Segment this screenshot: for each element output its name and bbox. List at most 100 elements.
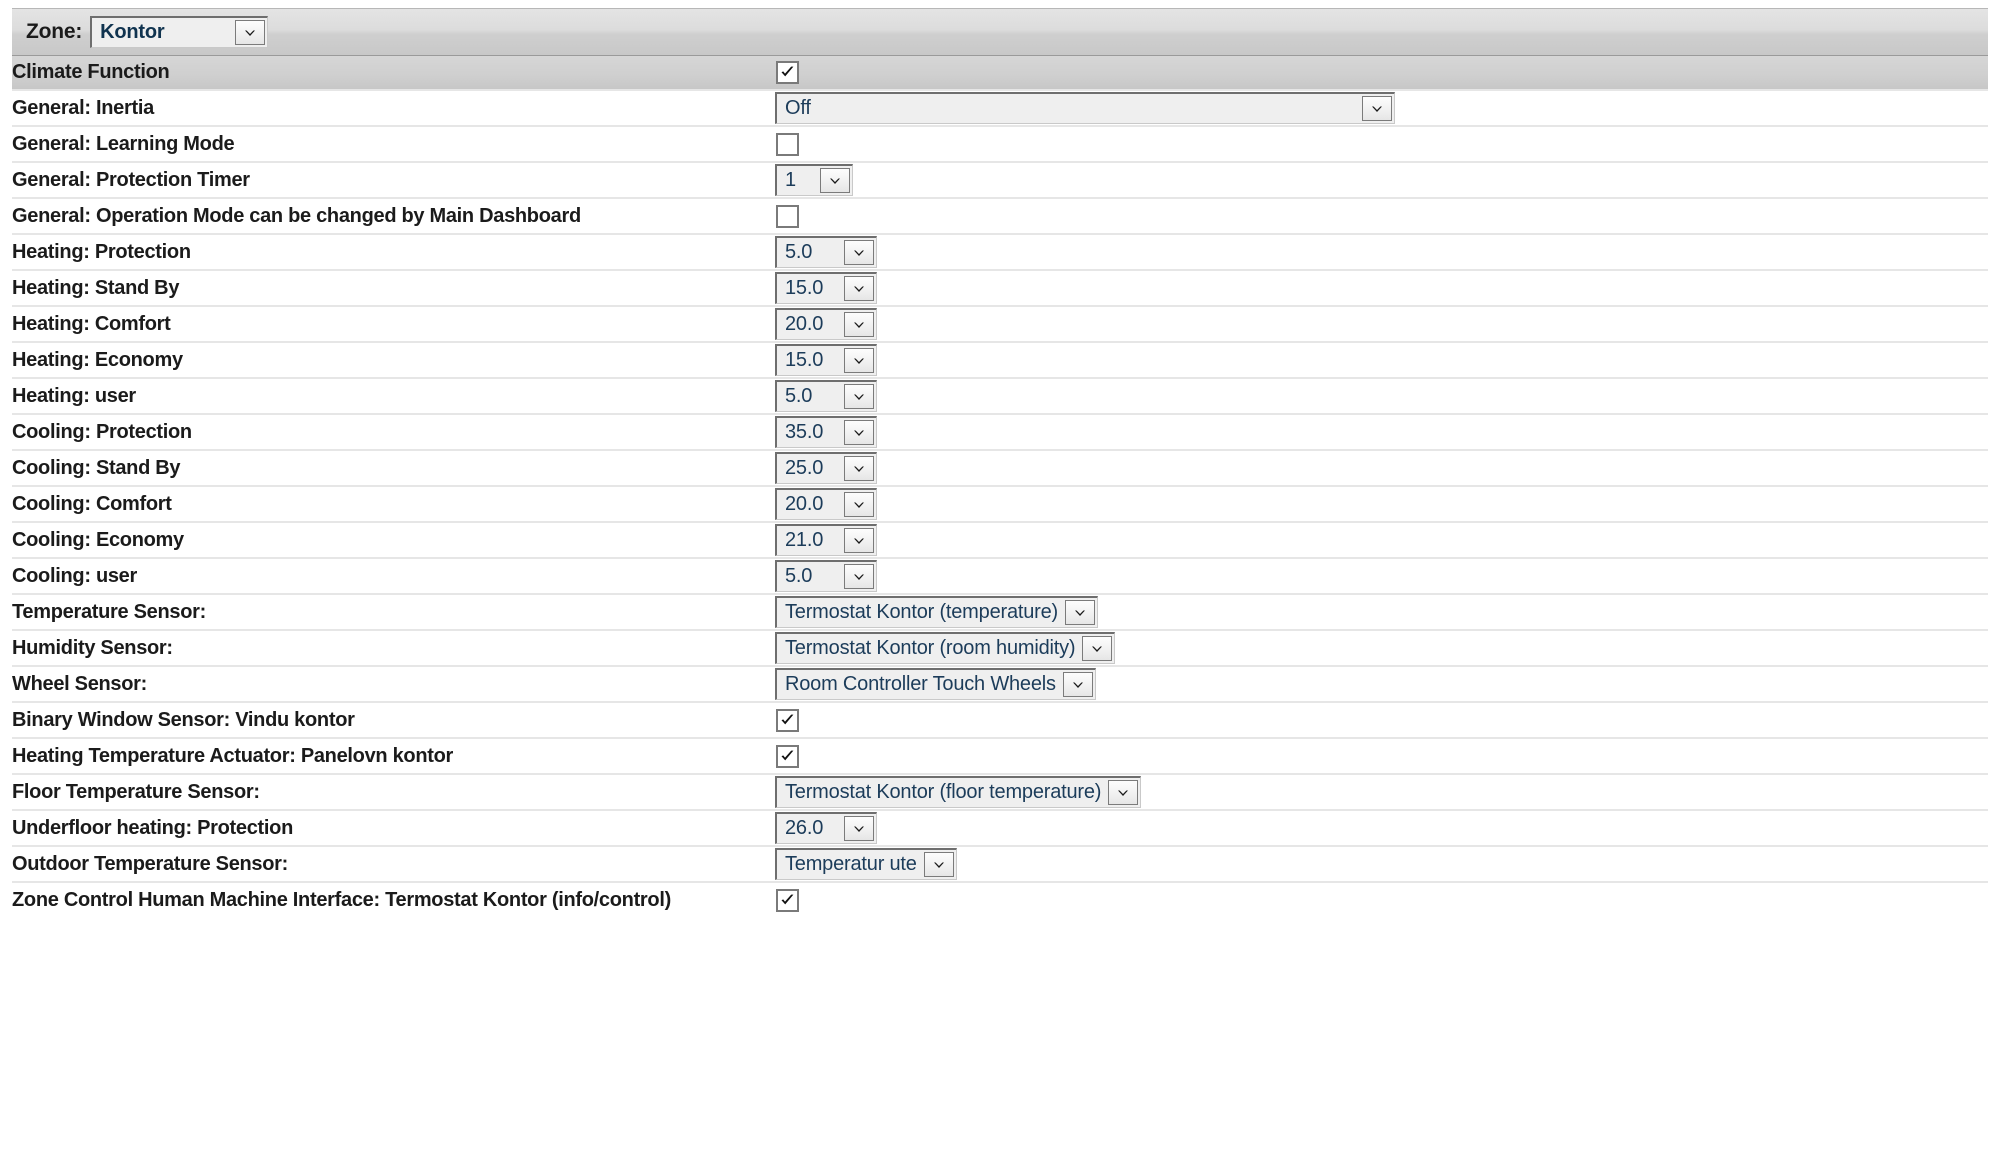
row-control: 5.0 [767,378,1988,414]
cooling-protection-value: 35.0 [785,421,824,443]
chevron-down-icon [844,456,874,481]
zone-control-hmi-checkbox[interactable] [776,889,799,912]
row-control: 35.0 [767,414,1988,450]
heating-protection-value: 5.0 [785,241,813,263]
table-row: Cooling: Comfort 20.0 [12,486,1988,522]
wheel-sensor-value: Room Controller Touch Wheels [785,673,1056,695]
table-row: Cooling: user 5.0 [12,558,1988,594]
protection-timer-select[interactable]: 1 [775,164,853,196]
heating-user-value: 5.0 [785,385,813,407]
table-row: Underfloor heating: Protection 26.0 [12,810,1988,846]
row-control [767,198,1988,234]
table-row: Humidity Sensor: Termostat Kontor (room … [12,630,1988,666]
operation-mode-dashboard-checkbox[interactable] [776,204,799,228]
row-label: Zone Control Human Machine Interface: Te… [12,889,671,911]
learning-mode-checkbox[interactable] [776,132,799,156]
underfloor-heating-protection-select[interactable]: 26.0 [775,812,877,844]
table-row: Heating: user 5.0 [12,378,1988,414]
chevron-down-icon [1362,96,1392,121]
row-label: Cooling: Economy [12,528,184,551]
control-wrap: 20.0 [767,308,1988,340]
table-row: Cooling: Stand By 25.0 [12,450,1988,486]
control-wrap: 26.0 [767,812,1988,844]
chevron-down-icon [1082,636,1113,661]
row-control: 5.0 [767,234,1988,270]
heating-comfort-select[interactable]: 20.0 [775,308,877,340]
control-wrap: Termostat Kontor (room humidity) [767,632,1988,664]
zone-select-value: Kontor [100,21,165,43]
cooling-protection-select[interactable]: 35.0 [775,416,877,448]
chevron-down-icon [844,312,874,337]
heating-economy-select[interactable]: 15.0 [775,344,877,376]
chevron-down-icon [235,20,266,45]
table-row: Heating Temperature Actuator: Panelovn k… [12,738,1988,774]
table-body: Climate Function General: Inertia Off Ge… [12,56,1988,918]
row-label: Heating Temperature Actuator: Panelovn k… [12,744,454,767]
row-label: Floor Temperature Sensor: [12,780,260,803]
control-wrap: 21.0 [767,524,1988,556]
cooling-standby-select[interactable]: 25.0 [775,452,877,484]
inertia-select[interactable]: Off [775,92,1395,124]
control-wrap: 5.0 [767,236,1988,268]
control-wrap: 35.0 [767,416,1988,448]
table-row: Heating: Protection 5.0 [12,234,1988,270]
chevron-down-icon [1062,672,1093,697]
row-label: Heating: Comfort [12,312,171,335]
control-wrap: 1 [767,164,1988,196]
row-control: Temperatur ute [767,846,1988,882]
chevron-down-icon [844,240,874,265]
heating-economy-value: 15.0 [785,349,824,371]
chevron-down-icon [844,528,874,553]
row-label: Heating: Protection [12,240,191,263]
chevron-down-icon [1108,780,1139,805]
control-wrap: Termostat Kontor (temperature) [767,596,1988,628]
row-label: Heating: Economy [12,348,183,371]
control-wrap: 20.0 [767,488,1988,520]
floor-temperature-sensor-select[interactable]: Termostat Kontor (floor temperature) [775,776,1142,808]
table-row: Floor Temperature Sensor: Termostat Kont… [12,774,1988,810]
wheel-sensor-select[interactable]: Room Controller Touch Wheels [775,668,1096,700]
inertia-select-value: Off [785,97,811,119]
outdoor-temperature-sensor-select[interactable]: Temperatur ute [775,848,957,880]
cooling-comfort-select[interactable]: 20.0 [775,488,877,520]
row-control: Termostat Kontor (floor temperature) [767,774,1988,810]
humidity-sensor-value: Termostat Kontor (room humidity) [785,637,1076,659]
temperature-sensor-select[interactable]: Termostat Kontor (temperature) [775,596,1098,628]
cooling-user-value: 5.0 [785,565,813,587]
row-control: 5.0 [767,558,1988,594]
zone-select[interactable]: Kontor [90,16,269,48]
climate-settings-table: Climate Function General: Inertia Off Ge… [12,56,1988,918]
cooling-standby-value: 25.0 [785,457,824,479]
control-wrap: Off [767,92,1988,124]
row-label: General: Learning Mode [12,132,235,155]
outdoor-temperature-sensor-value: Temperatur ute [785,853,917,875]
cooling-economy-select[interactable]: 21.0 [775,524,877,556]
heating-user-select[interactable]: 5.0 [775,380,877,412]
row-control: 15.0 [767,270,1988,306]
heating-temperature-actuator-checkbox[interactable] [776,744,799,768]
table-row: Cooling: Protection 35.0 [12,414,1988,450]
climate-config-page: Zone: Kontor Climate Function General: I… [0,0,2000,1164]
control-wrap: 15.0 [767,344,1988,376]
cooling-economy-value: 21.0 [785,529,824,551]
table-row: Heating: Stand By 15.0 [12,270,1988,306]
table-row: Binary Window Sensor: Vindu kontor [12,702,1988,738]
cooling-comfort-value: 20.0 [785,493,824,515]
binary-window-sensor-checkbox[interactable] [776,708,799,732]
row-label: Underfloor heating: Protection [12,816,294,839]
row-label: Temperature Sensor: [12,600,206,623]
table-row: Heating: Comfort 20.0 [12,306,1988,342]
heating-comfort-value: 20.0 [785,313,824,335]
heating-protection-select[interactable]: 5.0 [775,236,877,268]
heating-standby-select[interactable]: 15.0 [775,272,877,304]
climate-function-checkbox[interactable] [776,61,799,84]
humidity-sensor-select[interactable]: Termostat Kontor (room humidity) [775,632,1116,664]
row-label: Heating: Stand By [12,276,180,299]
cooling-user-select[interactable]: 5.0 [775,560,877,592]
table-row: Wheel Sensor: Room Controller Touch Whee… [12,666,1988,702]
row-control [767,882,1988,918]
row-control [767,702,1988,738]
row-label: Humidity Sensor: [12,636,173,659]
table-row: Cooling: Economy 21.0 [12,522,1988,558]
row-control: 1 [767,162,1988,198]
